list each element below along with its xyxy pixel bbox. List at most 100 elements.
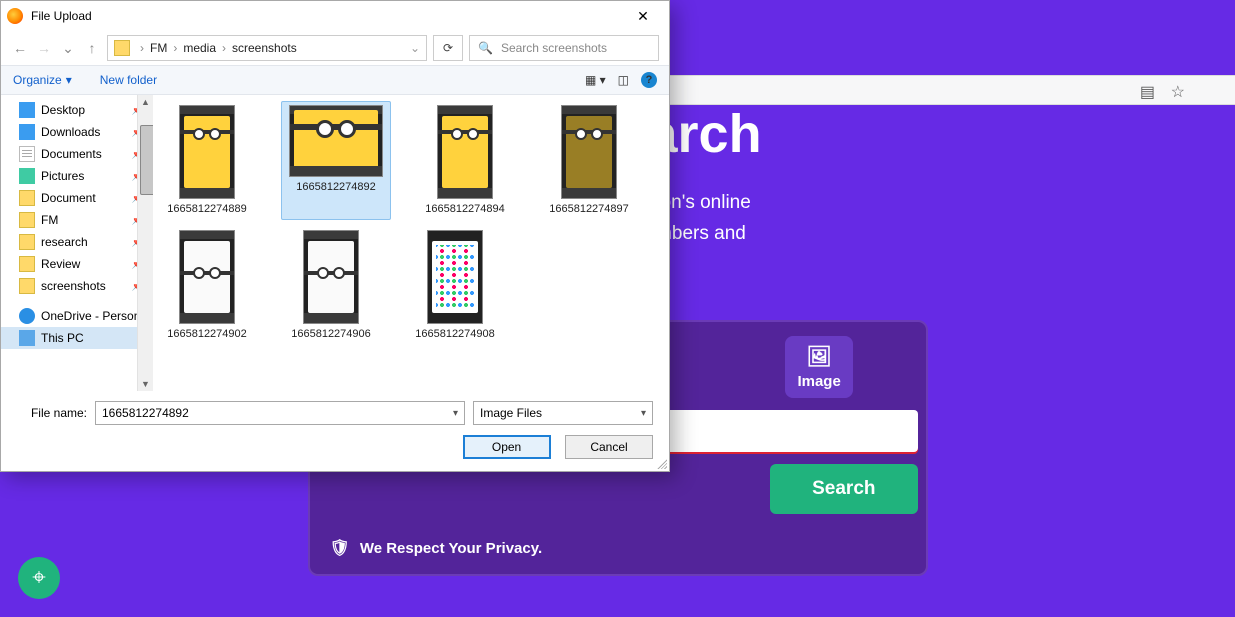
onedrive-icon bbox=[19, 308, 35, 324]
chevron-down-icon[interactable]: ▾ bbox=[641, 408, 646, 419]
file-name: 1665812274908 bbox=[409, 328, 501, 341]
sidebar-item-label: Review bbox=[41, 257, 80, 271]
sidebar-scrollbar[interactable]: ▲ ▼ bbox=[137, 95, 153, 391]
open-button[interactable]: Open bbox=[463, 435, 551, 459]
view-mode-button[interactable]: ▦ ▾ bbox=[585, 73, 606, 87]
shield-icon: 🛡 bbox=[330, 538, 350, 558]
filetype-select[interactable]: Image Files ▾ bbox=[473, 401, 653, 425]
firefox-icon bbox=[7, 8, 23, 24]
dialog-toolbar: Organize ▾ New folder ▦ ▾ ◫ ? bbox=[1, 65, 669, 95]
file-item[interactable]: 1665812274897 bbox=[539, 101, 639, 220]
sidebar-item[interactable]: Desktop📌 bbox=[1, 99, 153, 121]
sidebar-item[interactable]: screenshots📌 bbox=[1, 275, 153, 297]
search-placeholder: Search screenshots bbox=[501, 41, 607, 55]
breadcrumb-seg[interactable]: media bbox=[183, 41, 216, 55]
sidebar-item-label: Pictures bbox=[41, 169, 84, 183]
sidebar-item[interactable]: FM📌 bbox=[1, 209, 153, 231]
breadcrumb[interactable]: › FM › media › screenshots ⌄ bbox=[107, 35, 427, 61]
dialog-titlebar: File Upload ✕ bbox=[1, 1, 669, 31]
breadcrumb-seg[interactable]: screenshots bbox=[232, 41, 297, 55]
privacy-text: We Respect Your Privacy. bbox=[360, 540, 542, 557]
pics-icon bbox=[19, 168, 35, 184]
accessibility-button[interactable]: ⌖ bbox=[18, 557, 60, 599]
file-name: 1665812274889 bbox=[161, 203, 253, 216]
file-item[interactable]: 1665812274908 bbox=[405, 226, 505, 345]
sidebar-item-label: Document bbox=[41, 191, 96, 205]
sidebar-item[interactable]: Downloads📌 bbox=[1, 121, 153, 143]
sidebar-item[interactable]: research📌 bbox=[1, 231, 153, 253]
image-icon: 🖼 bbox=[797, 344, 840, 369]
back-button[interactable]: ← bbox=[11, 40, 29, 56]
new-folder-button[interactable]: New folder bbox=[100, 73, 157, 87]
sidebar-item-label: FM bbox=[41, 213, 58, 227]
scroll-up-icon[interactable]: ▲ bbox=[138, 97, 153, 107]
filetype-value: Image Files bbox=[480, 406, 542, 420]
file-item[interactable]: 1665812274889 bbox=[157, 101, 257, 220]
file-thumbnail bbox=[427, 230, 483, 324]
tab-image[interactable]: 🖼 Image bbox=[785, 336, 852, 398]
downloads-icon bbox=[19, 124, 35, 140]
forward-button[interactable]: → bbox=[35, 40, 53, 56]
folder-icon bbox=[114, 40, 130, 56]
reader-mode-icon[interactable]: ▤ bbox=[1140, 82, 1155, 102]
sidebar-item[interactable]: Document📌 bbox=[1, 187, 153, 209]
sidebar-item-label: OneDrive - Person bbox=[41, 309, 140, 323]
resize-handle[interactable] bbox=[655, 457, 667, 469]
search-icon: 🔍 bbox=[478, 41, 493, 55]
filename-value: 1665812274892 bbox=[102, 406, 189, 420]
sidebar-item-label: Downloads bbox=[41, 125, 100, 139]
chevron-right-icon: › bbox=[169, 41, 181, 55]
file-name: 1665812274897 bbox=[543, 203, 635, 216]
chevron-right-icon: › bbox=[136, 41, 148, 55]
cancel-button[interactable]: Cancel bbox=[565, 435, 653, 459]
sidebar-item[interactable]: Review📌 bbox=[1, 253, 153, 275]
chevron-right-icon: › bbox=[218, 41, 230, 55]
filename-input[interactable]: 1665812274892 ▾ bbox=[95, 401, 465, 425]
accessibility-icon: ⌖ bbox=[32, 564, 46, 592]
file-thumbnail bbox=[303, 230, 359, 324]
sidebar-item[interactable]: Pictures📌 bbox=[1, 165, 153, 187]
file-thumbnail bbox=[289, 105, 383, 177]
search-button[interactable]: Search bbox=[770, 464, 917, 514]
organize-label: Organize bbox=[13, 73, 62, 87]
breadcrumb-seg[interactable]: FM bbox=[150, 41, 167, 55]
sidebar-item[interactable]: Documents📌 bbox=[1, 143, 153, 165]
sidebar-item-label: Desktop bbox=[41, 103, 85, 117]
dialog-footer: File name: 1665812274892 ▾ Image Files ▾… bbox=[1, 391, 669, 471]
sidebar-item-label: screenshots bbox=[41, 279, 106, 293]
pc-icon bbox=[19, 330, 35, 346]
file-item[interactable]: 1665812274902 bbox=[157, 226, 257, 345]
recent-dropdown[interactable]: ⌄ bbox=[59, 40, 77, 57]
sidebar-item-label: Documents bbox=[41, 147, 102, 161]
refresh-button[interactable]: ⟳ bbox=[433, 35, 463, 61]
file-grid: 1665812274889 1665812274892 1665812274894 1… bbox=[153, 95, 669, 391]
chevron-down-icon[interactable]: ▾ bbox=[453, 408, 458, 419]
file-item[interactable]: 1665812274892 bbox=[281, 101, 391, 220]
folder-icon bbox=[19, 190, 35, 206]
sidebar-item[interactable]: OneDrive - Person bbox=[1, 305, 153, 327]
folder-icon bbox=[19, 278, 35, 294]
file-name: 1665812274906 bbox=[285, 328, 377, 341]
preview-pane-button[interactable]: ◫ bbox=[618, 73, 629, 87]
close-button[interactable]: ✕ bbox=[623, 8, 663, 25]
dialog-body: Desktop📌Downloads📌Documents📌Pictures📌Doc… bbox=[1, 95, 669, 391]
file-item[interactable]: 1665812274906 bbox=[281, 226, 381, 345]
file-upload-dialog: File Upload ✕ ← → ⌄ ↑ › FM › media › scr… bbox=[0, 0, 670, 472]
file-name: 1665812274894 bbox=[419, 203, 511, 216]
docs-icon bbox=[19, 146, 35, 162]
sidebar-item-label: This PC bbox=[41, 331, 84, 345]
help-button[interactable]: ? bbox=[641, 72, 657, 88]
file-thumbnail bbox=[179, 105, 235, 199]
bookmark-star-icon[interactable]: ☆ bbox=[1171, 82, 1185, 102]
organize-menu[interactable]: Organize ▾ bbox=[13, 73, 72, 87]
file-item[interactable]: 1665812274894 bbox=[415, 101, 515, 220]
sidebar-item[interactable]: This PC bbox=[1, 327, 153, 349]
file-name: 1665812274892 bbox=[285, 181, 387, 194]
up-button[interactable]: ↑ bbox=[83, 40, 101, 56]
scroll-down-icon[interactable]: ▼ bbox=[138, 379, 153, 389]
filename-label: File name: bbox=[17, 406, 87, 420]
path-dropdown[interactable]: ⌄ bbox=[404, 41, 420, 55]
scrollbar-thumb[interactable] bbox=[140, 125, 153, 195]
search-field[interactable]: 🔍 Search screenshots bbox=[469, 35, 659, 61]
folder-icon bbox=[19, 256, 35, 272]
